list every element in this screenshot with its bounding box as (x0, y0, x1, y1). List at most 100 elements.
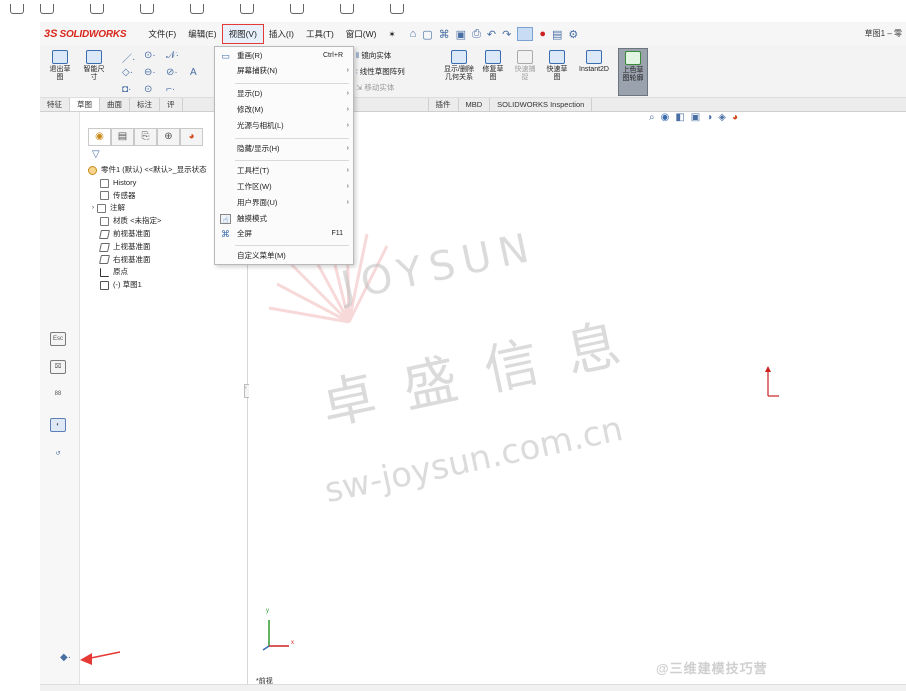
instant2d-button[interactable]: Instant2D (576, 50, 612, 74)
menu-file[interactable]: 文件(F) (142, 25, 182, 43)
tree-right-plane[interactable]: 右视基准面 (88, 254, 207, 267)
select-icon[interactable] (517, 27, 534, 41)
exit-sketch-button[interactable]: 退出草 图 (46, 50, 74, 82)
rotate-icon[interactable]: ↺ (50, 448, 66, 462)
file-properties-icon[interactable]: ▤ (552, 28, 562, 41)
lights-cameras-label: 光源与相机(L) (237, 121, 284, 130)
linear-pattern-button[interactable]: ⦙ 线性草图阵列 (356, 66, 405, 77)
polygon-icon[interactable]: ◇· (122, 67, 133, 78)
spline-icon[interactable]: 𝒩· (166, 50, 179, 61)
menu-window[interactable]: 窗口(W) (340, 25, 383, 43)
line-icon[interactable]: ／· (122, 50, 135, 65)
menu-item-screen-capture[interactable]: 屏幕捕获(N) › (215, 64, 355, 78)
tree-history[interactable]: History (88, 177, 207, 190)
slot-icon[interactable]: ⊖· (144, 67, 156, 78)
tree-material-label: 材质 <未指定> (113, 216, 162, 226)
text-icon[interactable]: A (190, 67, 197, 78)
menu-item-hide-show[interactable]: 隐藏/显示(H) › (215, 142, 355, 156)
view-orientation-icon[interactable]: ◐ (50, 418, 66, 432)
tree-sketch1[interactable]: (-) 草图1 (88, 279, 207, 292)
smart-dimension-label: 智能尺 寸 (83, 66, 105, 81)
menu-item-toolbars[interactable]: 工具栏(T) › (215, 164, 355, 178)
shaded-sketch-contours-button[interactable]: 上色草 图轮廓 (618, 48, 648, 96)
menu-item-user-interface[interactable]: 用户界面(U) › (215, 196, 355, 210)
tab-addins[interactable]: 插件 (429, 98, 459, 111)
feature-manager-tab-icon[interactable]: ◉ (88, 128, 111, 146)
fillet-icon[interactable]: ◘· (122, 84, 131, 95)
tree-front-plane[interactable]: 前视基准面 (88, 228, 207, 241)
submenu-arrow-icon: › (346, 183, 349, 190)
esc-icon[interactable]: Esc (50, 332, 66, 346)
display-label: 显示(D) (237, 89, 263, 98)
redo-icon[interactable]: ↷ (502, 28, 511, 41)
shaded-contours-label: 上色草 图轮廓 (622, 67, 644, 82)
cube-icon[interactable]: ◆· (60, 652, 71, 663)
tree-top-plane[interactable]: 上视基准面 (88, 241, 207, 254)
options-gear-icon[interactable]: ⚙ (568, 28, 578, 41)
quick-access-toolbar: ⌂ ▢ ⌘ ▣ ⎙ ↶ ↷ ● ▤ ⚙ (410, 27, 578, 41)
tab-inspection[interactable]: SOLIDWORKS Inspection (490, 98, 593, 111)
traffic-light-icon[interactable]: ● (539, 28, 546, 40)
config-manager-tab-icon[interactable]: ⎘ (134, 128, 157, 146)
menu-item-redraw[interactable]: ▭ 重画(R) Ctrl+R (215, 49, 355, 63)
menu-view[interactable]: 视图(V) (221, 24, 264, 44)
save-icon[interactable]: ▣ (456, 28, 466, 41)
tree-part-root[interactable]: 零件1 (默认) <<默认>_显示状态 (88, 164, 207, 177)
display-manager-tab-icon[interactable]: ◕ (180, 128, 203, 146)
filter-icon[interactable]: ▽ (92, 149, 100, 160)
part-icon (88, 165, 97, 175)
dimxpert-tab-icon[interactable]: ⊕ (157, 128, 180, 146)
undo-icon[interactable]: ↶ (487, 28, 496, 41)
rapid-sketch-icon (549, 50, 565, 64)
smart-dimension-button[interactable]: 智能尺 寸 (80, 50, 108, 82)
expand-arrow-icon[interactable]: › (92, 202, 94, 215)
tab-evaluate[interactable]: 评 (160, 98, 183, 111)
menu-item-fullscreen[interactable]: ⌘ 全屏 F11 (215, 227, 355, 241)
menu-item-workspace[interactable]: 工作区(W) › (215, 180, 355, 194)
tree-sensors[interactable]: 传感器 (88, 190, 207, 203)
tree-material[interactable]: 材质 <未指定> (88, 215, 207, 228)
pin-icon[interactable]: ✶ (382, 25, 401, 43)
print-icon[interactable]: ⎙ (472, 28, 481, 41)
tab-sketch[interactable]: 草图 (70, 98, 100, 111)
menu-insert[interactable]: 插入(I) (263, 25, 300, 43)
home-icon[interactable]: ⌂ (410, 28, 417, 40)
exit-sketch-icon (52, 50, 68, 64)
move-entities-button[interactable]: ⇲ 移动实体 (356, 82, 394, 93)
new-document-icon[interactable]: ▢ (422, 28, 432, 41)
display-style-icon[interactable]: ⌧ (50, 360, 66, 374)
fullscreen-shortcut: F11 (331, 230, 343, 237)
mirror-entities-button[interactable]: ⫴ 镜向实体 (356, 50, 391, 61)
property-manager-tab-icon[interactable]: ▤ (111, 128, 134, 146)
tree-annotations[interactable]: › 注解 (88, 202, 207, 215)
menu-edit[interactable]: 编辑(E) (182, 25, 222, 43)
trim-icon[interactable]: ⌐· (166, 84, 175, 95)
credit-watermark: @三维建模技巧营 (656, 661, 768, 676)
ellipse-icon[interactable]: ⊘· (166, 67, 178, 78)
display-relations-button[interactable]: 显示/删除 几何关系 (442, 50, 476, 82)
menu-item-display[interactable]: 显示(D) › (215, 87, 355, 101)
tab-surfaces[interactable]: 曲面 (100, 98, 130, 111)
grid-icon[interactable]: 88 (50, 388, 66, 402)
tree-origin-label: 原点 (113, 267, 128, 277)
tree-origin[interactable]: 原点 (88, 266, 207, 279)
tab-mbd[interactable]: MBD (459, 98, 491, 111)
circle-icon[interactable]: ⊙· (144, 50, 156, 61)
shaded-contours-icon (625, 51, 641, 65)
menu-item-customize-menu[interactable]: 自定义菜单(M) (215, 249, 355, 263)
offset-icon[interactable]: ⊙ (144, 84, 152, 95)
repair-sketch-button[interactable]: 修复草 图 (480, 50, 506, 82)
menu-item-modify[interactable]: 修改(M) › (215, 103, 355, 117)
open-icon[interactable]: ⌘ (439, 28, 450, 41)
quick-snaps-button[interactable]: 快速捕 捉 (512, 50, 538, 82)
menu-item-lights-cameras[interactable]: 光源与相机(L) › (215, 119, 355, 133)
tree-top-plane-label: 上视基准面 (113, 241, 151, 251)
annotation-icon (97, 204, 106, 214)
menu-item-touch-mode[interactable]: ☝ 触摸模式 (215, 212, 355, 226)
rapid-sketch-button[interactable]: 快速草 图 (544, 50, 570, 82)
menu-tools[interactable]: 工具(T) (300, 25, 340, 43)
tab-features[interactable]: 特征 (40, 98, 70, 111)
command-manager: 退出草 图 智能尺 寸 ／· ⊙· 𝒩· ◇· ⊖· ⊘· A ◘· ⊙ ⌐· … (40, 46, 906, 98)
tab-annotation[interactable]: 标注 (130, 98, 160, 111)
strip-glyph-4 (140, 4, 154, 14)
